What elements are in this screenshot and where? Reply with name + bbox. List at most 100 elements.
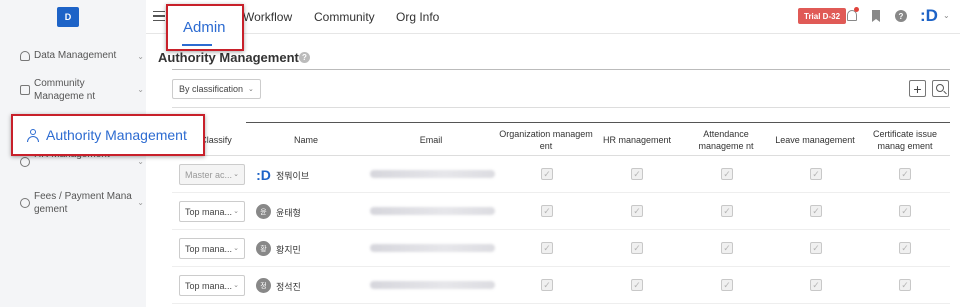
- active-tab-underline: [182, 44, 212, 46]
- table-row: Top mana... ⌄ 황 황지민 ✓ ✓ ✓ ✓ ✓: [172, 230, 950, 267]
- main-content: Authority Management ? By classification…: [146, 34, 960, 307]
- divider: [172, 69, 950, 70]
- classify-select-value: Top mana...: [185, 243, 233, 254]
- leave-management-checkbox[interactable]: ✓: [810, 279, 822, 291]
- col-header-email: Email: [419, 135, 443, 145]
- user-name: 윤태형: [276, 208, 301, 218]
- chevron-down-icon: ⌄: [137, 157, 144, 166]
- email-blurred: [370, 244, 495, 252]
- classification-select[interactable]: By classification ⌄: [172, 79, 261, 99]
- chevron-down-icon: ⌄: [233, 282, 239, 289]
- classify-select[interactable]: Master ac... ⌄: [179, 164, 245, 185]
- attendance-management-checkbox[interactable]: ✓: [721, 279, 733, 291]
- col-header-hr-management: HR management: [602, 135, 672, 145]
- sidebar-item-label: Community Manageme nt: [34, 78, 96, 102]
- classify-select-value: Top mana...: [185, 206, 233, 217]
- org-management-checkbox[interactable]: ✓: [541, 242, 553, 254]
- avatar: :D: [256, 166, 271, 183]
- org-management-checkbox[interactable]: ✓: [541, 168, 553, 180]
- col-header-leave-management: Leave management: [775, 135, 855, 145]
- add-button[interactable]: +: [909, 80, 926, 97]
- classify-select[interactable]: Top mana... ⌄: [179, 238, 245, 259]
- chevron-down-icon: ⌄: [233, 171, 239, 178]
- chevron-down-icon: ⌄: [233, 208, 239, 215]
- bookmark-icon[interactable]: [872, 10, 880, 22]
- community-icon: [20, 85, 30, 95]
- leave-management-checkbox[interactable]: ✓: [810, 242, 822, 254]
- col-header-org-management: Organization managem ent: [499, 129, 593, 151]
- fee-icon: [20, 198, 30, 208]
- email-blurred: [370, 281, 495, 289]
- profile-logo-icon[interactable]: :D: [920, 6, 938, 26]
- sidebar-item-label: Data Management: [34, 50, 117, 61]
- classification-select-value: By classification: [179, 84, 244, 94]
- col-header-certificate-management: Certificate issue manag ement: [872, 129, 938, 151]
- hr-management-checkbox[interactable]: ✓: [631, 205, 643, 217]
- user-name: 황지민: [276, 245, 301, 255]
- org-management-checkbox[interactable]: ✓: [541, 205, 553, 217]
- sidebar-item-community-management[interactable]: Community Manageme nt ⌄: [20, 77, 144, 103]
- sidebar-item-fees-payment[interactable]: Fees / Payment Mana gement ⌄: [20, 190, 144, 216]
- classify-select-value: Master ac...: [185, 169, 233, 180]
- classify-select[interactable]: Top mana... ⌄: [179, 201, 245, 222]
- certificate-management-checkbox[interactable]: ✓: [899, 168, 911, 180]
- user-name: 정뭐이브: [276, 171, 310, 181]
- chevron-down-icon: ⌄: [248, 86, 254, 93]
- app-root: D Data Management ⌄ Community Manageme n…: [0, 0, 960, 307]
- hr-icon: [20, 157, 30, 167]
- chevron-down-icon[interactable]: ⌄: [943, 11, 950, 20]
- help-icon[interactable]: ?: [299, 52, 310, 63]
- user-name: 정석진: [276, 282, 301, 292]
- hr-management-checkbox[interactable]: ✓: [631, 242, 643, 254]
- search-icon: [935, 83, 944, 92]
- chevron-down-icon: ⌄: [233, 245, 239, 252]
- hr-management-checkbox[interactable]: ✓: [631, 168, 643, 180]
- avatar: 황: [256, 241, 271, 256]
- top-bar: Workflow Community Org Info Trial D-32 ?…: [146, 0, 960, 34]
- sidebar-item-label: Fees / Payment Mana gement: [34, 191, 132, 215]
- nav-community[interactable]: Community: [314, 10, 375, 24]
- classify-select-value: Top mana...: [185, 280, 233, 291]
- page-title: Authority Management: [158, 50, 299, 65]
- chevron-down-icon: ⌄: [137, 85, 144, 94]
- attendance-management-checkbox[interactable]: ✓: [721, 168, 733, 180]
- sidebar-item-authority-management[interactable]: Authority Management: [11, 114, 205, 156]
- attendance-management-checkbox[interactable]: ✓: [721, 242, 733, 254]
- divider: [172, 107, 950, 108]
- user-icon: [27, 128, 40, 142]
- trial-badge[interactable]: Trial D-32: [798, 8, 847, 24]
- sidebar-item-label: Authority Management: [46, 127, 187, 143]
- logo-area: D: [0, 0, 146, 34]
- table-row: Top mana... ⌄ 정 정석진 ✓ ✓ ✓ ✓ ✓: [172, 267, 950, 304]
- classify-select[interactable]: Top mana... ⌄: [179, 275, 245, 296]
- avatar: 윤: [256, 204, 271, 219]
- org-management-checkbox[interactable]: ✓: [541, 279, 553, 291]
- nav-workflow[interactable]: Workflow: [243, 10, 292, 24]
- col-header-attendance-management: Attendance manageme nt: [698, 129, 754, 151]
- hr-management-checkbox[interactable]: ✓: [631, 279, 643, 291]
- avatar: 정: [256, 278, 271, 293]
- sidebar-item-data-management[interactable]: Data Management ⌄: [20, 49, 144, 63]
- table-row: Master ac... ⌄ :D 정뭐이브 ✓ ✓ ✓ ✓ ✓: [172, 156, 950, 193]
- app-logo[interactable]: D: [57, 7, 79, 27]
- leave-management-checkbox[interactable]: ✓: [810, 168, 822, 180]
- chevron-down-icon: ⌄: [137, 52, 144, 61]
- certificate-management-checkbox[interactable]: ✓: [899, 242, 911, 254]
- chevron-down-icon: ⌄: [137, 198, 144, 207]
- certificate-management-checkbox[interactable]: ✓: [899, 205, 911, 217]
- nav-admin-label: Admin: [183, 19, 226, 36]
- search-button[interactable]: [932, 80, 949, 97]
- table-top-border: [246, 122, 950, 123]
- email-blurred: [370, 170, 495, 178]
- help-icon[interactable]: ?: [895, 10, 907, 22]
- certificate-management-checkbox[interactable]: ✓: [899, 279, 911, 291]
- col-header-name: Name: [293, 135, 318, 145]
- database-icon: [20, 51, 30, 61]
- attendance-management-checkbox[interactable]: ✓: [721, 205, 733, 217]
- nav-org-info[interactable]: Org Info: [396, 10, 439, 24]
- notification-dot: [854, 7, 859, 12]
- nav-admin[interactable]: Admin: [166, 4, 244, 51]
- table-row: Top mana... ⌄ 윤 윤태형 ✓ ✓ ✓ ✓ ✓: [172, 193, 950, 230]
- leave-management-checkbox[interactable]: ✓: [810, 205, 822, 217]
- menu-icon[interactable]: [153, 11, 165, 21]
